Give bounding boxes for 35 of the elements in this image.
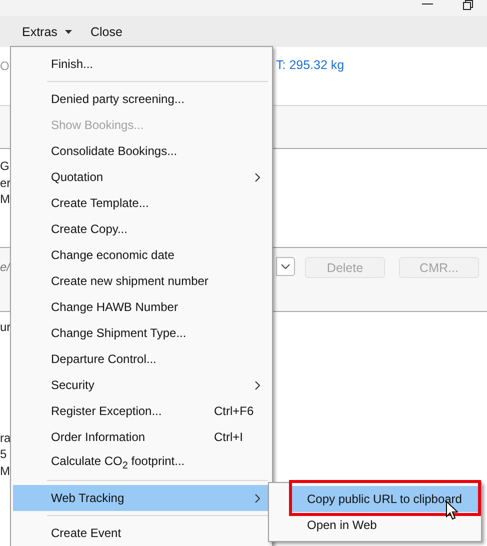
text-fragment: e/ — [0, 259, 10, 275]
menu-item[interactable]: Security — [13, 372, 270, 398]
toolbar-button[interactable]: Extras — [22, 22, 76, 40]
menu-item[interactable]: Calculate CO$_{2}$ footprint... — [13, 450, 270, 476]
menu-item[interactable]: Order Information Ctrl+I — [13, 424, 270, 450]
text-fragment: M — [0, 191, 10, 207]
text-fragment: G — [0, 158, 10, 174]
text-fragment: ra — [0, 430, 11, 446]
minimize-icon[interactable] — [422, 3, 433, 5]
text-fragment: er — [0, 175, 11, 191]
weight-text: T: 295.32 kg — [276, 58, 344, 72]
menu-item[interactable]: Quotation — [13, 164, 270, 190]
menu-item[interactable]: Web Tracking — [13, 485, 270, 511]
restore-icon[interactable] — [463, 0, 473, 10]
menu-item[interactable]: Create Template... — [13, 190, 270, 216]
menu-item[interactable]: Create Copy... — [13, 216, 270, 242]
menu-item[interactable]: Consolidate Bookings... — [13, 138, 270, 164]
menu-item[interactable]: Change Shipment Type... — [13, 320, 270, 346]
menu-item[interactable]: Finish... — [13, 51, 270, 77]
chevron-down-icon — [281, 264, 290, 269]
text-fragment: M — [0, 463, 10, 479]
text-fragment: O — [0, 58, 10, 74]
menu-item[interactable]: Change HAWB Number — [13, 294, 270, 320]
submenu-item[interactable]: Open in Web — [289, 512, 479, 538]
submenu-item[interactable]: Copy public URL to clipboard — [289, 486, 479, 512]
menu-item[interactable]: Create Event — [13, 520, 270, 546]
menu-item[interactable]: Departure Control... — [13, 346, 270, 372]
menu-item[interactable]: Change economic date — [13, 242, 270, 268]
text-fragment: 5 — [0, 446, 7, 462]
dropdown-toggle[interactable] — [276, 257, 295, 276]
menu-item[interactable]: Denied party screening... — [13, 86, 270, 112]
menu-item[interactable]: Register Exception... Ctrl+F6 — [13, 398, 270, 424]
text-fragment: ur — [0, 319, 11, 335]
toolbar-button[interactable]: Close — [90, 22, 126, 40]
menu-item[interactable]: Create new shipment number — [13, 268, 270, 294]
